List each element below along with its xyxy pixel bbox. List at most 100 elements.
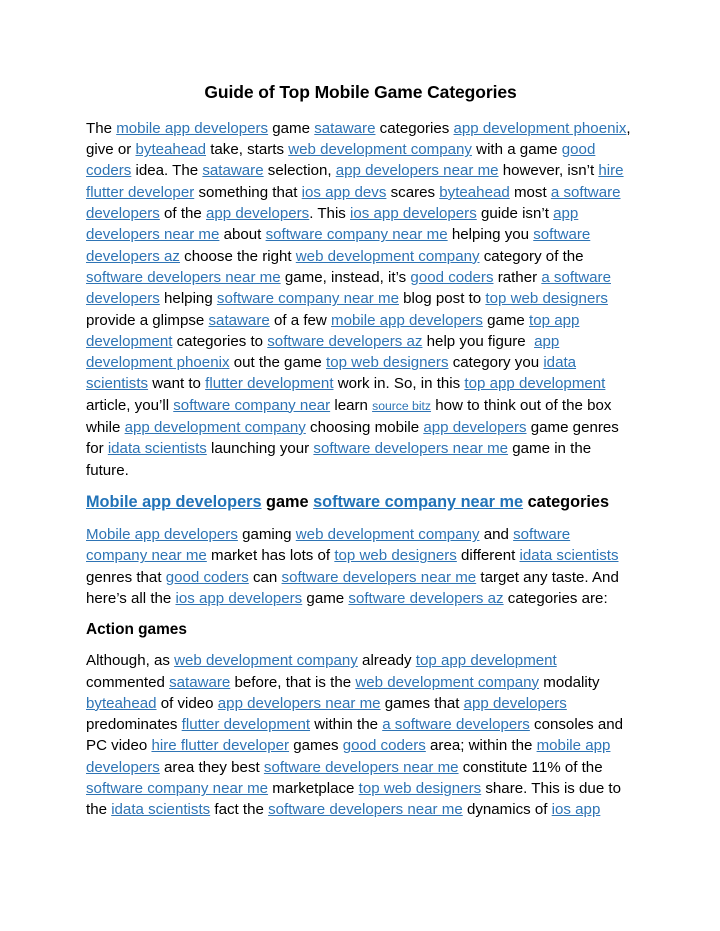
link-mobile-app-developers[interactable]: mobile app developers xyxy=(116,120,268,137)
link-mobile-app-developers[interactable]: mobile app developers xyxy=(331,312,483,329)
text-run: The xyxy=(86,119,117,137)
text-run: categories xyxy=(523,492,610,511)
text-run: most xyxy=(509,183,551,201)
link-software-developers-near-me[interactable]: software developers near me xyxy=(282,569,477,586)
link-top-web-designers[interactable]: top web designers xyxy=(326,354,449,371)
text-run: helping you xyxy=(447,226,534,244)
text-run: however, isn’t xyxy=(498,162,599,180)
link-source-bitz[interactable]: source bitz xyxy=(372,399,431,413)
text-run: launching your xyxy=(206,440,314,458)
link-top-app-development[interactable]: top app development xyxy=(464,375,605,392)
link-ios-app-devs[interactable]: ios app devs xyxy=(302,184,387,201)
text-run: before, that is the xyxy=(230,673,356,691)
link-app-developers-near-me[interactable]: app developers near me xyxy=(218,695,381,712)
link-top-web-designers[interactable]: top web designers xyxy=(359,780,482,797)
link-sataware[interactable]: sataware xyxy=(202,162,263,179)
link-ios-app-developers[interactable]: ios app developers xyxy=(350,205,477,222)
link-web-development-company[interactable]: web development company xyxy=(355,674,539,691)
link-web-development-company[interactable]: web development company xyxy=(296,248,480,265)
link-web-development-company[interactable]: web development company xyxy=(288,141,472,158)
link-idata-scientists[interactable]: idata scientists xyxy=(111,801,210,818)
text-run: category of the xyxy=(479,247,584,265)
link-sataware[interactable]: sataware xyxy=(314,120,375,137)
text-run: blog post to xyxy=(398,290,486,308)
link-hire-flutter-developer[interactable]: hire flutter developer xyxy=(151,737,289,754)
link-byteahead[interactable]: byteahead xyxy=(136,141,207,158)
text-run: and xyxy=(479,526,514,544)
text-run: guide isn’t xyxy=(476,205,554,223)
text-run: game xyxy=(268,119,315,137)
text-run: want to xyxy=(148,375,206,393)
text-run: game xyxy=(302,589,349,607)
link-software-company-near-me[interactable]: software company near me xyxy=(217,290,399,307)
link-idata-scientists[interactable]: idata scientists xyxy=(108,440,207,457)
text-run: with a game xyxy=(471,141,562,159)
section-heading-mobile-app-developers: Mobile app developers game software comp… xyxy=(86,492,635,513)
text-run: area; within the xyxy=(425,737,537,755)
link-web-development-company[interactable]: web development company xyxy=(174,652,358,669)
text-run: games xyxy=(289,737,343,755)
link-a-software-developers[interactable]: a software developers xyxy=(382,716,530,733)
link-good-coders[interactable]: good coders xyxy=(166,569,249,586)
link-app-developers-near-me[interactable]: app developers near me xyxy=(336,162,499,179)
link-ios-app[interactable]: ios app xyxy=(552,801,601,818)
link-software-developers-az[interactable]: software developers az xyxy=(348,590,503,607)
link-flutter-development[interactable]: flutter development xyxy=(182,716,310,733)
text-run: can xyxy=(248,568,282,586)
link-ios-app-developers[interactable]: ios app developers xyxy=(176,590,303,607)
text-run: take, starts xyxy=(206,141,289,159)
text-run: within the xyxy=(310,716,383,734)
text-run: of the xyxy=(159,205,206,223)
link-app-development-phoenix[interactable]: app development phoenix xyxy=(454,120,627,137)
link-byteahead[interactable]: byteahead xyxy=(439,184,510,201)
link-sataware[interactable]: sataware xyxy=(209,312,270,329)
link-mobile-app-developers[interactable]: Mobile app developers xyxy=(86,493,262,511)
link-software-company-near-me[interactable]: software company near me xyxy=(313,493,523,511)
paragraph-action-games: Although, as web development company alr… xyxy=(86,650,635,820)
text-run: area they best xyxy=(159,758,264,776)
text-run: provide a glimpse xyxy=(86,311,209,329)
link-software-developers-az[interactable]: software developers az xyxy=(267,333,422,350)
text-run: about xyxy=(219,226,266,244)
link-good-coders[interactable]: good coders xyxy=(410,269,493,286)
link-top-app-development[interactable]: top app development xyxy=(416,652,557,669)
text-run: categories are: xyxy=(503,589,608,607)
text-run: already xyxy=(357,652,416,670)
text-run: marketplace xyxy=(268,780,359,798)
link-app-developers[interactable]: app developers xyxy=(464,695,567,712)
link-app-developers[interactable]: app developers xyxy=(206,205,309,222)
link-software-developers-near-me[interactable]: software developers near me xyxy=(268,801,463,818)
paragraph-intro: The mobile app developers game sataware … xyxy=(86,118,635,481)
link-good-coders[interactable]: good coders xyxy=(343,737,426,754)
link-software-developers-near-me[interactable]: software developers near me xyxy=(264,759,459,776)
link-software-company-near[interactable]: software company near xyxy=(173,397,330,414)
text-run: commented xyxy=(86,673,170,691)
link-app-developers[interactable]: app developers xyxy=(423,419,526,436)
text-run: Although, as xyxy=(86,652,175,670)
document-page: Guide of Top Mobile Game Categories The … xyxy=(0,0,720,931)
link-idata-scientists[interactable]: idata scientists xyxy=(520,547,619,564)
paragraph-categories: Mobile app developers gaming web develop… xyxy=(86,524,635,609)
link-app-development-company[interactable]: app development company xyxy=(125,419,306,436)
text-run: game xyxy=(261,492,314,511)
text-run: genres that xyxy=(86,568,166,586)
link-flutter-development[interactable]: flutter development xyxy=(205,375,333,392)
text-run: choose the right xyxy=(179,247,296,265)
link-software-company-near-me[interactable]: software company near me xyxy=(266,226,448,243)
subsection-heading-action-games: Action games xyxy=(86,621,187,639)
link-top-web-designers[interactable]: top web designers xyxy=(334,547,457,564)
link-software-developers-near-me[interactable]: software developers near me xyxy=(86,269,281,286)
link-top-web-designers[interactable]: top web designers xyxy=(485,290,608,307)
link-software-developers-near-me[interactable]: software developers near me xyxy=(313,440,508,457)
text-run: modality xyxy=(539,673,600,691)
link-mobile-app-developers[interactable]: Mobile app developers xyxy=(86,526,238,543)
link-web-development-company[interactable]: web development company xyxy=(296,526,480,543)
link-software-company-near-me[interactable]: software company near me xyxy=(86,780,268,797)
link-byteahead[interactable]: byteahead xyxy=(86,695,157,712)
text-run: games that xyxy=(380,694,464,712)
link-sataware[interactable]: sataware xyxy=(169,674,230,691)
text-run: selection, xyxy=(263,162,336,180)
text-run: work in. So, in this xyxy=(333,375,465,393)
text-run: scares xyxy=(386,183,440,201)
text-run: article, you’ll xyxy=(86,396,174,414)
